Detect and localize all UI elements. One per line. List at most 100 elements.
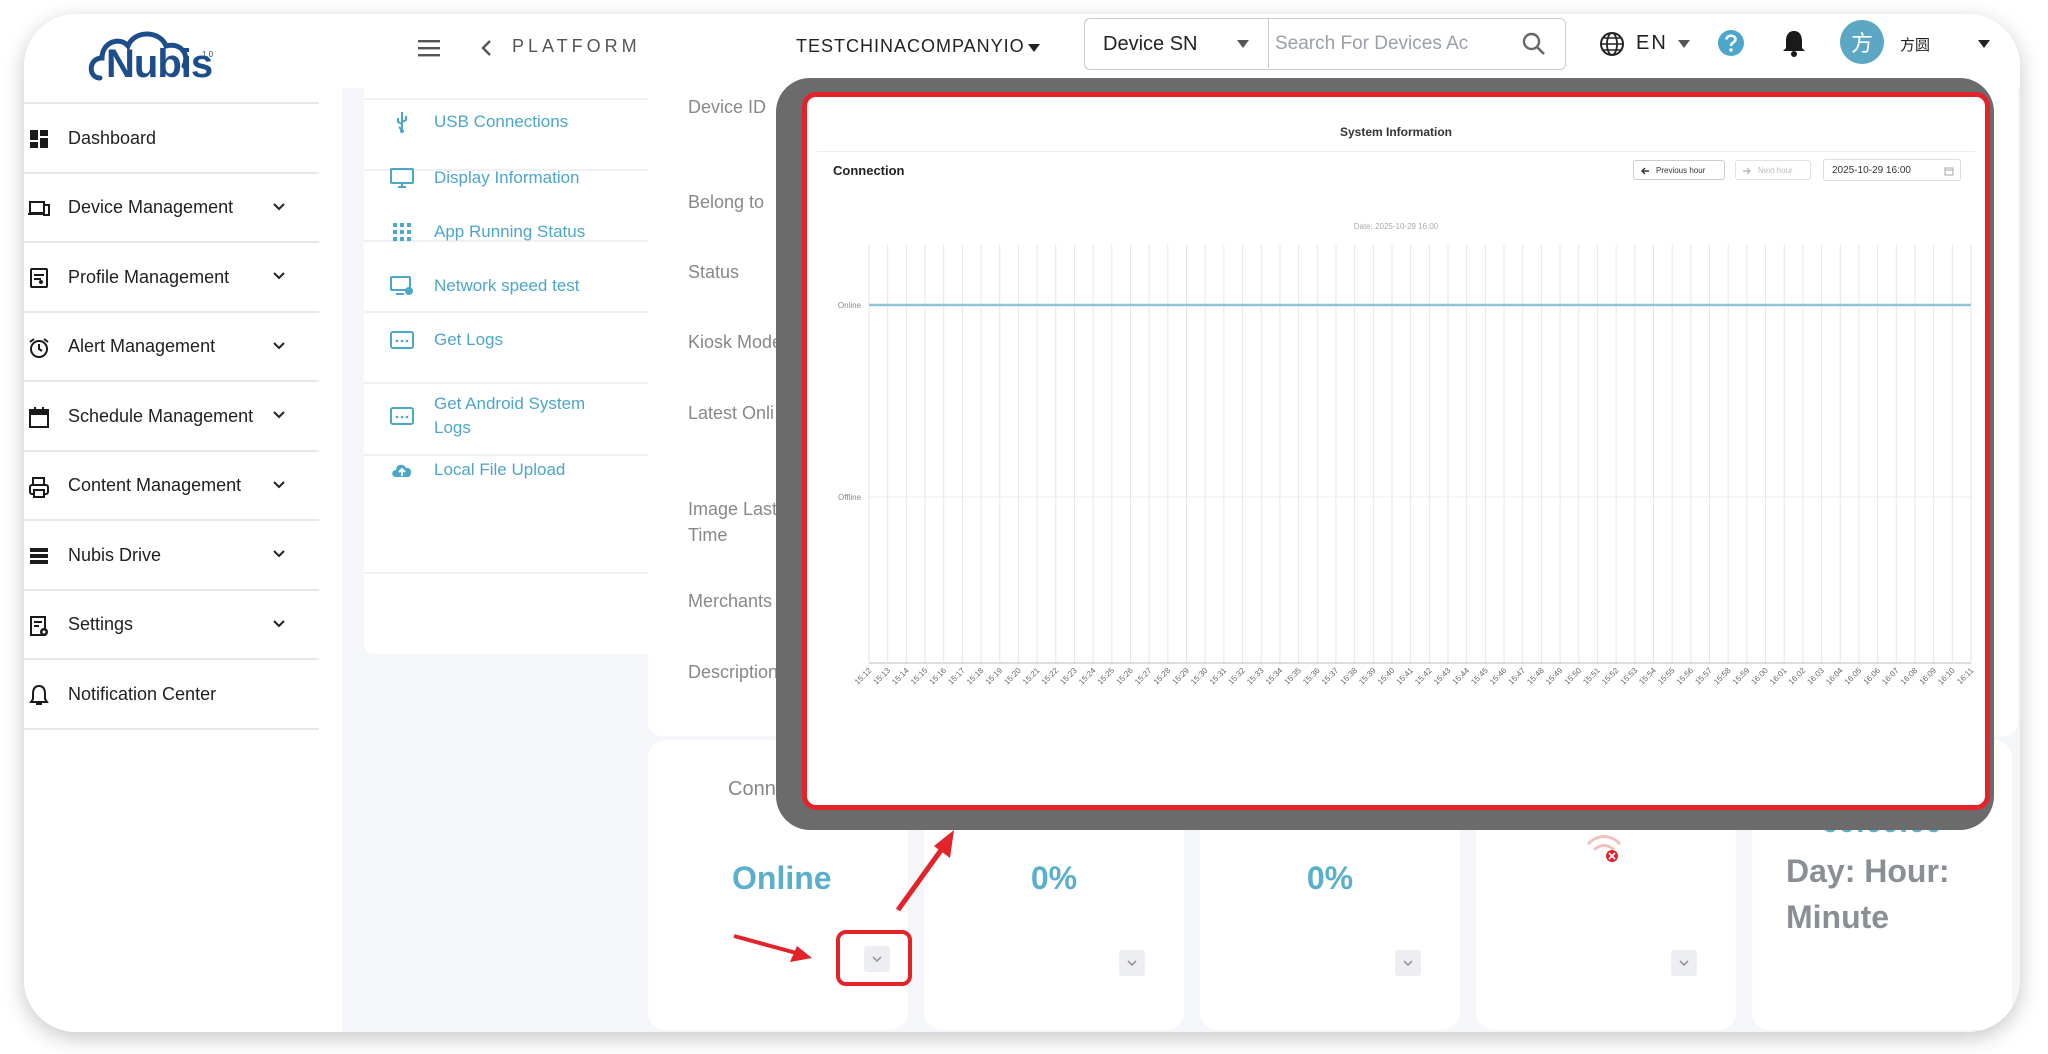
next-hour-button[interactable]: Next hour: [1735, 160, 1811, 180]
x-tick-label: 15:35: [1282, 666, 1303, 687]
grid-icon: [393, 223, 411, 241]
x-tick-label: 15:53: [1619, 666, 1640, 687]
dashboard-icon: [30, 130, 48, 148]
caret-down-icon[interactable]: [1978, 40, 1990, 48]
search-input[interactable]: [1275, 29, 1505, 59]
chevron-left-icon[interactable]: [480, 36, 494, 60]
previous-hour-button[interactable]: Previous hour: [1633, 160, 1725, 180]
x-tick-label: 15:50: [1563, 666, 1584, 687]
detail-label: Kiosk Mode: [688, 332, 783, 352]
logs-icon: [390, 331, 414, 349]
submenu-item-display-information[interactable]: Display Information: [364, 164, 656, 224]
chevron-down-icon: [273, 341, 285, 349]
company-selector[interactable]: TESTCHINACOMPANYIO: [796, 36, 1025, 57]
detail-label: Merchants: [688, 591, 773, 611]
chevron-down-icon: [273, 202, 285, 210]
language-selector[interactable]: EN: [1636, 32, 1668, 55]
x-tick-label: 15:16: [928, 666, 949, 687]
chart-date-label: Date: 2025-10-29 16:00: [1353, 222, 1439, 231]
submenu-item-app-running-status[interactable]: App Running Status: [364, 218, 656, 278]
expand-button[interactable]: [1119, 950, 1145, 976]
monitor-icon: [390, 168, 414, 188]
expand-button[interactable]: [1671, 950, 1697, 976]
x-tick-label: 16:11: [1955, 666, 1975, 686]
x-tick-label: 15:57: [1693, 666, 1714, 687]
sidebar-item-schedule-management[interactable]: Schedule Management: [24, 382, 319, 450]
search-type-value: Device SN: [1103, 33, 1198, 55]
platform-breadcrumb[interactable]: PLATFORM: [512, 36, 641, 57]
sidebar-item-content-management[interactable]: Content Management: [24, 452, 319, 520]
hamburger-menu-icon[interactable]: [416, 36, 442, 60]
x-tick-label: 16:06: [1861, 666, 1882, 687]
x-tick-label: 16:05: [1843, 666, 1864, 687]
avatar[interactable]: 方: [1840, 20, 1884, 64]
x-tick-label: 15:17: [946, 666, 967, 687]
x-tick-label: 15:59: [1731, 666, 1752, 687]
search-icon[interactable]: [1521, 31, 1547, 57]
search-type-select[interactable]: Device SN: [1085, 19, 1269, 68]
submenu-item-get-android-system-logs[interactable]: Get Android System Logs: [364, 390, 656, 450]
x-tick-label: 15:12: [853, 666, 874, 687]
connection-expand-button[interactable]: [864, 946, 890, 972]
x-tick-label: 15:54: [1637, 666, 1658, 687]
sidebar-item-notification-center[interactable]: Notification Center: [24, 660, 319, 728]
x-tick-label: 15:22: [1040, 666, 1061, 687]
x-tick-label: 15:36: [1301, 666, 1322, 687]
modal-title: System Information: [1339, 125, 1453, 139]
printer-icon: [29, 476, 49, 498]
sidebar-item-label: Content Management: [68, 475, 242, 495]
logo-version: 1.0: [202, 50, 214, 59]
caret-down-icon[interactable]: [1678, 40, 1690, 48]
sidebar-item-nubis-drive[interactable]: Nubis Drive: [24, 521, 319, 589]
sidebar-item-dashboard[interactable]: Dashboard: [24, 104, 319, 172]
globe-icon[interactable]: [1598, 30, 1626, 58]
x-tick-label: 15:52: [1600, 666, 1621, 687]
sidebar-item-alert-management[interactable]: Alert Management: [24, 313, 319, 381]
sidebar-item-settings[interactable]: Settings: [24, 591, 319, 659]
x-tick-label: 15:38: [1339, 666, 1360, 687]
sidebar-item-label: Settings: [68, 614, 134, 634]
connection-chart: OfflineOnline15:1215:1315:1415:1515:1615…: [838, 245, 1976, 687]
x-tick-label: 15:32: [1226, 666, 1247, 687]
submenu-item-label: Get Logs: [434, 330, 503, 349]
expand-button[interactable]: [1395, 950, 1421, 976]
submenu-item-label: USB Connections: [434, 112, 569, 131]
chevron-down-icon: [1403, 960, 1413, 967]
submenu-item-usb-connections[interactable]: USB Connections: [364, 108, 656, 168]
chevron-down-icon: [1127, 960, 1137, 967]
submenu-item-get-logs[interactable]: Get Logs: [364, 326, 656, 386]
nubis-logo[interactable]: Nubis 1.0: [86, 22, 216, 92]
date-picker[interactable]: 2025-10-29 16:00: [1823, 159, 1961, 181]
submenu-divider: [364, 98, 656, 100]
calendar-icon: [1944, 167, 1954, 176]
x-tick-label: 15:25: [1096, 666, 1117, 687]
help-icon[interactable]: [1716, 28, 1746, 58]
x-tick-label: 15:40: [1376, 666, 1397, 687]
submenu-item-label: Get Android System Logs: [434, 394, 586, 437]
settings-doc-icon: [30, 615, 48, 636]
sidebar-item-device-management[interactable]: Device Management: [24, 174, 319, 242]
chevron-down-icon: [273, 480, 285, 488]
sidebar-divider: [24, 727, 319, 730]
caret-down-icon[interactable]: [1028, 44, 1040, 52]
submenu-item-local-file-upload[interactable]: Local File Upload: [364, 456, 656, 516]
sidebar-item-label: Notification Center: [68, 683, 217, 704]
submenu-divider: [364, 572, 656, 574]
calendar-icon: [29, 407, 49, 428]
x-tick-label: 15:31: [1208, 666, 1229, 687]
username[interactable]: 方圆: [1900, 34, 1930, 55]
detail-label: Image Last Time: [688, 499, 778, 545]
bell-icon[interactable]: [1780, 28, 1808, 58]
x-tick-label: 16:01: [1768, 666, 1789, 687]
chevron-down-icon: [273, 411, 285, 419]
y-tick-label: Offline: [838, 493, 862, 502]
chevron-down-icon: [1679, 960, 1689, 967]
detail-label: Description: [688, 662, 779, 682]
x-tick-label: 16:08: [1899, 666, 1920, 687]
logo-text: Nubis: [106, 42, 213, 86]
sidebar-item-label: Device Management: [68, 197, 234, 217]
submenu-item-network-speed-test[interactable]: Network speed test: [364, 272, 656, 332]
sidebar: Nubis 1.0 Dashboard Device Management Prof…: [24, 14, 342, 1032]
x-tick-label: 15:45: [1469, 666, 1490, 687]
sidebar-item-profile-management[interactable]: Profile Management: [24, 243, 319, 311]
